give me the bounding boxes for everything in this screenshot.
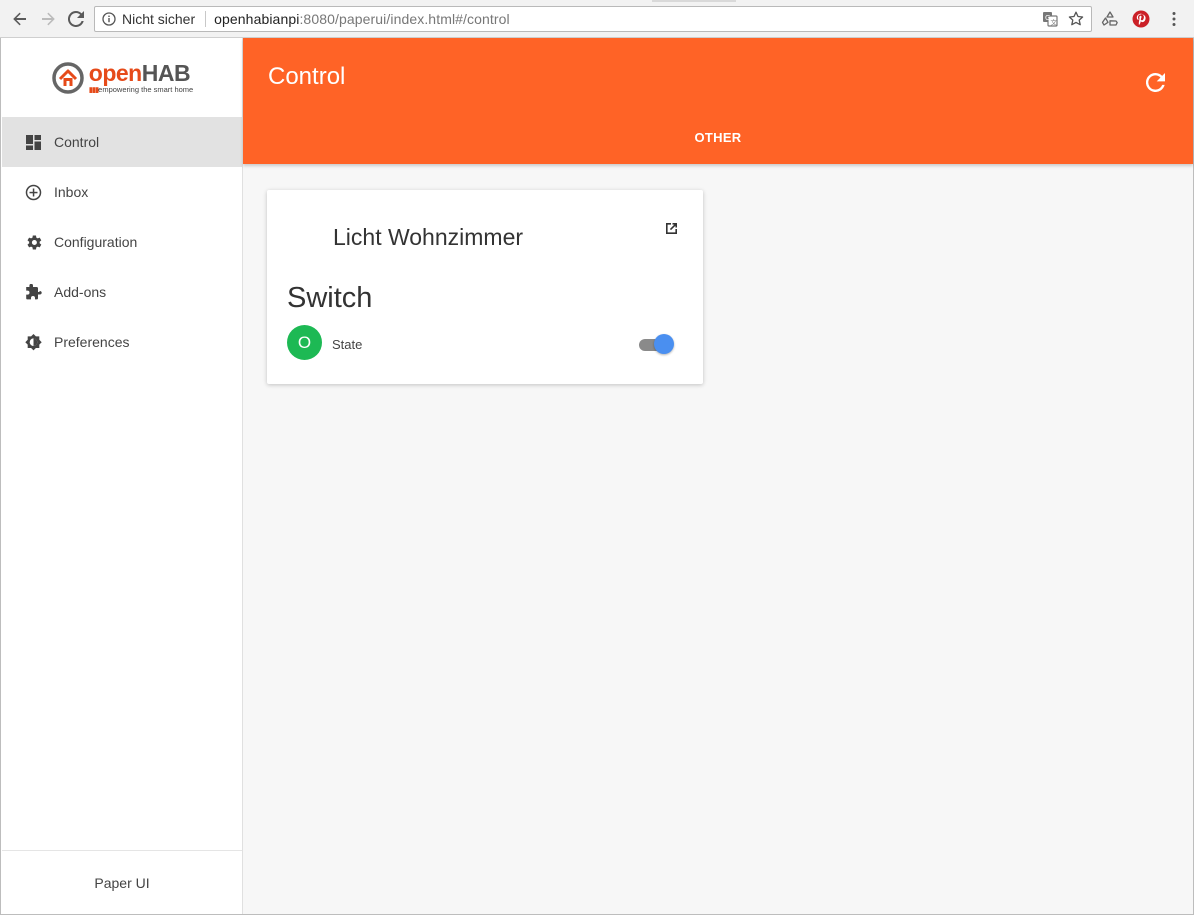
sidebar-item-label: Add-ons [54,284,107,300]
puzzle-icon [24,283,42,301]
tab-edge [652,0,736,2]
browser-toolbar: Nicht sicher openhabianpi:8080/paperui/i… [0,0,1194,38]
tab-other[interactable]: OTHER [243,130,1193,154]
sidebar-item-control[interactable]: Control [2,117,242,167]
reload-button[interactable] [65,8,87,30]
gear-icon [24,233,42,251]
svg-text:文: 文 [1051,18,1058,27]
bookmark-star-icon[interactable] [1067,10,1085,28]
logo-hab-text: HAB [141,59,191,86]
state-toggle[interactable] [639,334,675,354]
sidebar-menu: Control Inbox Configuration Add-ons Pref… [2,117,242,367]
sidebar-item-preferences[interactable]: Preferences [2,317,242,367]
url-path: :8080/paperui/index.html#/control [299,11,510,27]
forward-arrow-icon [42,12,55,26]
thing-card: Licht Wohnzimmer Switch O State [267,190,703,384]
logo-open-text: open [88,59,142,86]
back-button[interactable] [9,8,31,30]
openhab-logo: openHAB ▮▮▮empowering the smart home [51,61,193,95]
logo-tagline: empowering the smart home [98,84,194,94]
toggle-knob [654,334,674,354]
translate-icon[interactable]: G文 [1041,10,1059,28]
back-arrow-icon [13,12,26,26]
reload-icon [68,11,84,27]
sidebar-item-addons[interactable]: Add-ons [2,267,242,317]
channel-label: State [332,337,363,352]
address-separator [205,11,207,27]
channel-avatar: O [287,325,322,360]
sidebar-item-label: Inbox [54,184,89,200]
sidebar-item-inbox[interactable]: Inbox [2,167,242,217]
logo-dots: ▮▮▮ [88,84,99,94]
refresh-icon [1145,72,1165,92]
url-host: openhabianpi [214,11,300,27]
security-label: Nicht sicher [122,11,196,27]
page-header: Control OTHER [243,38,1193,164]
sidebar-item-label: Control [54,134,100,150]
thing-title: Licht Wohnzimmer [333,224,524,250]
logo-area[interactable]: openHAB ▮▮▮empowering the smart home [2,38,242,117]
refresh-button[interactable] [1145,72,1165,92]
openhab-logo-icon [52,61,84,94]
channel-group-title: Switch [287,282,373,314]
address-bar[interactable]: Nicht sicher openhabianpi:8080/paperui/i… [94,6,1092,32]
app-name: Paper UI [94,874,150,891]
add-circle-icon [24,183,42,201]
recycle-extension-icon[interactable] [1100,9,1120,29]
sidebar-item-label: Preferences [54,334,130,350]
dashboard-icon [24,133,42,151]
info-icon[interactable] [102,12,116,26]
url-text[interactable]: openhabianpi:8080/paperui/index.html#/co… [214,11,510,27]
brightness-icon [24,333,42,351]
sidebar-item-configuration[interactable]: Configuration [2,217,242,267]
page-title: Control [268,63,346,90]
sidebar: openHAB ▮▮▮empowering the smart home Con… [2,38,243,914]
channel-row: O State [287,325,683,361]
forward-button[interactable] [37,8,59,30]
open-in-new-icon[interactable] [663,220,679,236]
chrome-menu-icon[interactable] [1164,9,1184,29]
main-content: Control OTHER Licht Wohnzimmer Switch O … [243,38,1193,914]
sidebar-item-label: Configuration [54,234,138,250]
paper-ui-app: openHAB ▮▮▮empowering the smart home Con… [0,38,1194,915]
pinterest-icon[interactable] [1131,9,1151,29]
sidebar-footer: Paper UI [2,850,242,914]
